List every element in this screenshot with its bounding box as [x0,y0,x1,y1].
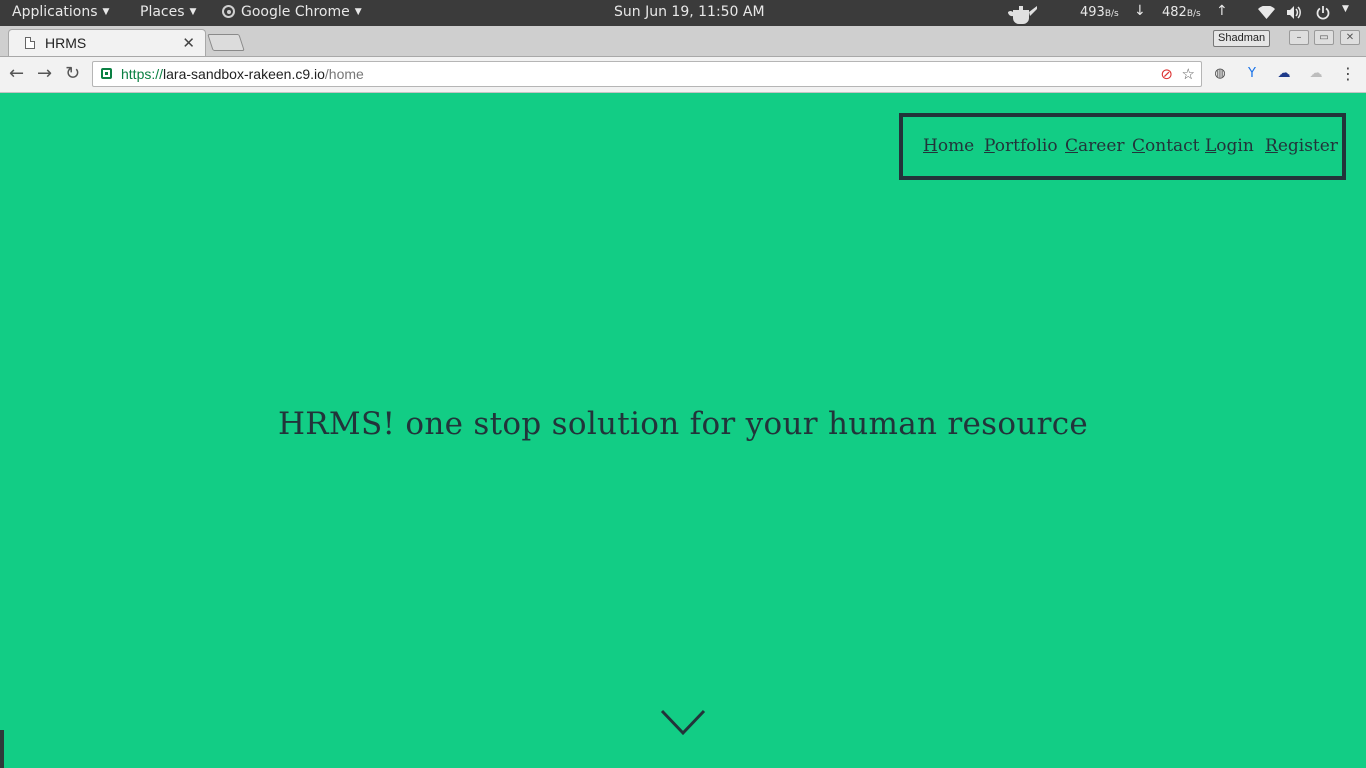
places-label: Places [140,4,185,20]
applications-menu[interactable]: Applications ▼ [12,4,109,20]
reload-icon[interactable]: ↻ [65,63,80,85]
teapot-icon [1007,6,1037,24]
extension-icon[interactable]: Y [1244,66,1260,82]
download-rate-unit: B/s [1104,9,1119,19]
lock-icon [101,68,112,79]
extension-icon[interactable]: ☁ [1308,66,1324,82]
browser-toolbar: ← → ↻ https://lara-sandbox-rakeen.c9.io/… [0,57,1366,93]
url-host: lara-sandbox-rakeen.c9.io [163,66,325,82]
nav-contact[interactable]: Contact [1132,136,1200,156]
close-icon[interactable]: ✕ [182,34,195,52]
site-navigation: Home Portfolio Career Contact Login Regi… [899,113,1346,180]
chevron-down-icon[interactable]: ▼ [1342,4,1349,14]
nav-career[interactable]: Career [1065,136,1125,156]
upload-rate-unit: B/s [1186,9,1201,19]
close-window-button[interactable]: ✕ [1340,30,1360,45]
chrome-logo-icon [222,5,235,18]
forward-icon[interactable]: → [37,63,52,85]
download-rate: 493B/s [1080,5,1119,20]
hrms-page: Home Portfolio Career Contact Login Regi… [0,93,1366,768]
profile-button[interactable]: Shadman [1213,30,1271,47]
maximize-button[interactable]: ▭ [1314,30,1334,45]
side-handle[interactable] [0,730,4,768]
url-text[interactable]: https://lara-sandbox-rakeen.c9.io/home [121,66,364,82]
minimize-button[interactable]: – [1289,30,1309,45]
applications-label: Applications [12,4,98,20]
chevron-down-icon: ▼ [189,7,197,17]
scroll-down-chevron-icon[interactable] [660,709,706,739]
hero-title: HRMS! one stop solution for your human r… [277,406,1089,442]
places-menu[interactable]: Places ▼ [140,4,196,20]
star-icon[interactable]: ☆ [1182,65,1195,83]
download-rate-value: 493 [1080,5,1105,20]
app-menu[interactable]: Google Chrome ▼ [222,4,362,20]
tab-title: HRMS [45,35,87,51]
wifi-icon[interactable] [1258,6,1275,19]
url-scheme: https:// [121,66,164,82]
extension-icon[interactable]: ☁ [1276,66,1292,82]
new-tab-button[interactable] [207,34,245,51]
download-arrow-icon: ↓ [1134,3,1146,19]
url-path: /home [324,66,364,82]
app-name: Google Chrome [241,4,350,20]
power-icon[interactable] [1316,5,1330,20]
clock[interactable]: Sun Jun 19, 11:50 AM [614,4,765,20]
tab-strip: HRMS ✕ Shadman – ▭ ✕ [0,26,1366,57]
volume-icon[interactable] [1286,5,1302,20]
chevron-down-icon: ▼ [102,7,110,17]
nav-login[interactable]: Login [1205,136,1254,156]
page-icon [25,37,35,49]
nav-portfolio[interactable]: Portfolio [984,136,1058,156]
upload-arrow-icon: ↑ [1216,3,1228,19]
blocked-icon[interactable]: ⊘ [1160,65,1173,83]
nav-register[interactable]: Register [1265,136,1338,156]
upload-rate: 482B/s [1162,5,1201,20]
tab-hrms[interactable]: HRMS ✕ [8,29,206,56]
upload-rate-value: 482 [1162,5,1187,20]
extension-icon[interactable]: ◍ [1212,66,1228,82]
menu-icon[interactable]: ⋮ [1340,66,1356,82]
chevron-down-icon: ▼ [354,7,362,17]
desktop-top-bar: Applications ▼ Places ▼ Google Chrome ▼ Sun… [0,0,1366,26]
back-icon[interactable]: ← [9,63,24,85]
nav-home[interactable]: Home [923,136,974,156]
address-bar[interactable]: https://lara-sandbox-rakeen.c9.io/home ⊘… [92,61,1202,87]
